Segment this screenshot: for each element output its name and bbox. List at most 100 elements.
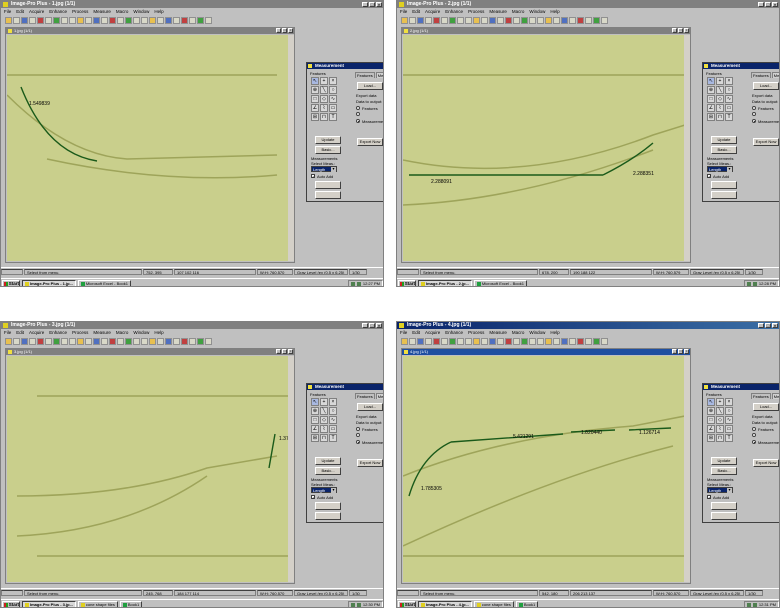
crosshair-tool-icon[interactable]: ⊕ [707, 407, 715, 415]
menu-window[interactable]: Window [529, 329, 545, 336]
update-button[interactable]: Update [711, 136, 737, 144]
doc-minimize-button[interactable]: _ [276, 349, 281, 354]
stack-icon[interactable] [457, 17, 464, 24]
aoi-icon[interactable] [181, 17, 188, 24]
zoom-icon[interactable] [529, 17, 536, 24]
doc-maximize-button[interactable]: □ [282, 349, 287, 354]
area-tool-icon[interactable]: ▭ [329, 104, 337, 112]
menu-window[interactable]: Window [529, 8, 545, 15]
radio-measurement[interactable] [356, 119, 360, 123]
vertical-scrollbar[interactable] [288, 35, 294, 261]
count-icon[interactable] [165, 338, 172, 345]
measure-icon[interactable] [545, 338, 552, 345]
calipers-tool-icon[interactable]: ⊓ [716, 113, 724, 121]
image-canvas[interactable]: 2.288091 2.288351 [403, 35, 684, 261]
stack-icon[interactable] [61, 338, 68, 345]
histogram-icon[interactable] [157, 17, 164, 24]
line-tool-icon[interactable] [101, 338, 108, 345]
fill-icon[interactable] [521, 17, 528, 24]
crosshair-tool-icon[interactable]: ⊕ [311, 407, 319, 415]
select-tool-icon[interactable]: + [716, 77, 724, 85]
vertical-scrollbar[interactable] [684, 356, 690, 582]
line-tool-icon[interactable]: ╲ [716, 86, 724, 94]
curve-tool-icon[interactable]: ∿ [329, 95, 337, 103]
close-button[interactable]: × [376, 2, 382, 7]
text-tool-icon[interactable]: T [329, 113, 337, 121]
pen-tool-icon[interactable] [109, 17, 116, 24]
lut-icon[interactable] [189, 17, 196, 24]
brush-icon[interactable] [513, 338, 520, 345]
aoi-icon[interactable] [181, 338, 188, 345]
print-icon[interactable] [21, 338, 28, 345]
menu-file[interactable]: File [4, 8, 11, 15]
calibrate-icon[interactable] [173, 338, 180, 345]
print-icon[interactable] [417, 17, 424, 24]
menu-edit[interactable]: Edit [412, 8, 420, 15]
chart-icon[interactable] [593, 17, 600, 24]
line-tool-icon[interactable] [497, 338, 504, 345]
image-document-window[interactable]: 2.jpg (1/1) _ □ × 2.288091 2.288351 [401, 27, 691, 263]
menu-measure[interactable]: Measure [93, 8, 111, 15]
menu-acquire[interactable]: Acquire [425, 329, 440, 336]
scan-icon[interactable] [433, 338, 440, 345]
taskbar-item[interactable]: Book1 [119, 600, 143, 607]
polygon-select-icon[interactable] [489, 338, 496, 345]
angle-tool-icon[interactable]: ∠ [707, 104, 715, 112]
save-icon[interactable] [409, 338, 416, 345]
menu-edit[interactable]: Edit [16, 8, 24, 15]
export-now-button[interactable]: Export Now [753, 459, 779, 467]
radio-features[interactable] [752, 106, 756, 110]
angle-tool-icon[interactable]: ∠ [311, 104, 319, 112]
measurement-type-select[interactable]: Length [311, 166, 337, 172]
crosshair-tool-icon[interactable]: ⊕ [311, 86, 319, 94]
rect-tool-icon[interactable]: □ [707, 416, 715, 424]
radio-measurement[interactable] [752, 440, 756, 444]
curve-tool-icon[interactable]: ∿ [329, 416, 337, 424]
vertical-scrollbar[interactable] [288, 356, 294, 582]
print-icon[interactable] [21, 17, 28, 24]
taskbar-item[interactable]: Image-Pro Plus - 2.jp... [418, 279, 472, 286]
grid-tool-icon[interactable]: ⊞ [311, 434, 319, 442]
histogram-icon[interactable] [553, 338, 560, 345]
angle-tool-icon[interactable]: ∠ [707, 425, 715, 433]
palette-icon[interactable] [69, 338, 76, 345]
doc-close-button[interactable]: × [684, 28, 689, 33]
chart-icon[interactable] [197, 17, 204, 24]
filter-icon[interactable] [449, 17, 456, 24]
tab-features[interactable]: Features [355, 72, 375, 78]
histogram-icon[interactable] [157, 338, 164, 345]
menu-enhance[interactable]: Enhance [445, 329, 463, 336]
calipers-tool-icon[interactable]: ⊓ [320, 434, 328, 442]
save-icon[interactable] [409, 17, 416, 24]
polyline-tool-icon[interactable]: ⌇ [320, 104, 328, 112]
doc-close-button[interactable]: × [684, 349, 689, 354]
calibrate-icon[interactable] [569, 17, 576, 24]
doc-close-button[interactable]: × [288, 349, 293, 354]
menu-help[interactable]: Help [550, 8, 559, 15]
polygon-tool-icon[interactable]: ◇ [716, 416, 724, 424]
lut-icon[interactable] [585, 338, 592, 345]
tab-measurements[interactable]: Measu [375, 72, 383, 78]
line-tool-icon[interactable]: ╲ [320, 407, 328, 415]
save-icon[interactable] [13, 338, 20, 345]
ellipse-select-icon[interactable] [85, 338, 92, 345]
capture-icon[interactable] [441, 17, 448, 24]
pen-tool-icon[interactable] [505, 17, 512, 24]
rect-select-icon[interactable] [473, 17, 480, 24]
area-tool-icon[interactable]: ▭ [329, 425, 337, 433]
brush-icon[interactable] [117, 17, 124, 24]
taskbar-item[interactable]: Image-Pro Plus - 4.jp... [418, 600, 472, 607]
export-now-button[interactable]: Export Now [357, 459, 383, 467]
maximize-button[interactable]: □ [369, 2, 375, 7]
line-tool-icon[interactable] [101, 17, 108, 24]
filter-icon[interactable] [449, 338, 456, 345]
open-icon[interactable] [401, 338, 408, 345]
taskbar-item[interactable]: Image-Pro Plus - 1.jp... [22, 279, 76, 286]
measurement-type-select[interactable]: Length [707, 487, 733, 493]
polyline-tool-icon[interactable]: ⌇ [716, 425, 724, 433]
pen-tool-icon[interactable] [505, 338, 512, 345]
zoom-icon[interactable] [133, 17, 140, 24]
zoom-icon[interactable] [529, 338, 536, 345]
rect-tool-icon[interactable]: □ [311, 416, 319, 424]
calibrate-icon[interactable] [569, 338, 576, 345]
